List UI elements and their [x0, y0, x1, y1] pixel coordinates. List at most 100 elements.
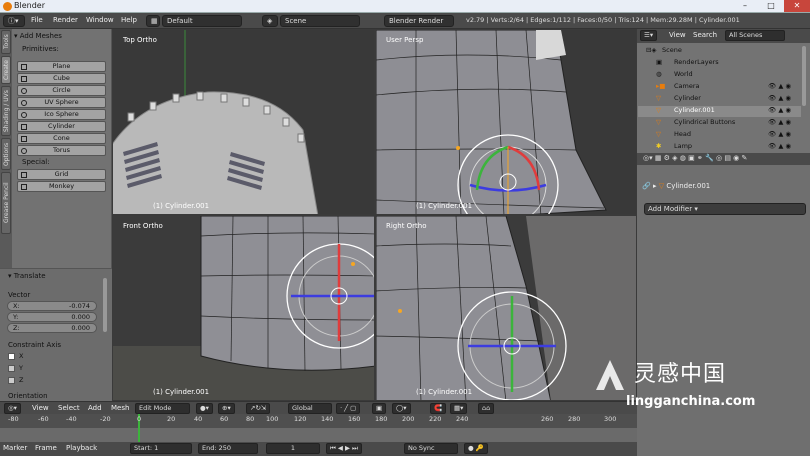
shading-icon[interactable]: ●▾ [196, 403, 213, 414]
outliner-row-renderlayers[interactable]: ▣ RenderLayers [638, 58, 801, 69]
viewport-user-persp[interactable]: User Persp (1) Cylinder.001 [375, 29, 637, 215]
scene-icon[interactable]: ◈ [262, 15, 278, 27]
properties-tabs[interactable]: ◎▾ ▦ ⚙ ◈ ◍ ▣ ⚭ 🔧 ◎ ▤ ◉ ✎ [637, 153, 810, 165]
tick-label: -20 [100, 415, 111, 423]
snap-icon[interactable]: 🧲 [430, 403, 447, 414]
outliner-row-cylinder-001[interactable]: ▽ Cylinder.001 👁 ▲ ◉ [638, 106, 801, 117]
orientation-select[interactable]: Global [288, 403, 332, 414]
keyframe-icons[interactable]: ● 🔑 [464, 443, 488, 454]
outliner-row-cylinder[interactable]: ▽ Cylinder 👁 ▲ ◉ [638, 94, 801, 105]
add-monkey-button[interactable]: Monkey [17, 181, 106, 192]
start-frame-field[interactable]: Start: 1 [130, 443, 192, 454]
add-grid-button[interactable]: Grid [17, 169, 106, 180]
constraint-z-checkbox[interactable]: Z [8, 376, 23, 384]
operator-scrollbar[interactable] [103, 278, 107, 332]
outliner-row-camera[interactable]: ▸■ Camera 👁 ▲ ◉ [638, 82, 801, 93]
scene-select[interactable]: Scene [280, 15, 360, 27]
add-ico-sphere-button[interactable]: Ico Sphere [17, 109, 106, 120]
outliner-scrollbar[interactable] [802, 46, 806, 106]
menu-view[interactable]: View [32, 404, 49, 412]
menu-mesh[interactable]: Mesh [111, 404, 129, 412]
tick-label: 260 [541, 415, 554, 423]
outliner-row-cylindrical-buttons[interactable]: ▽ Cylindrical Buttons 👁 ▲ ◉ [638, 118, 801, 129]
visibility-icons[interactable]: 👁 ▲ ◉ [768, 118, 791, 126]
outliner-type-icon[interactable]: ☰▾ [640, 30, 658, 41]
add-cone-button[interactable]: Cone [17, 133, 106, 144]
close-button[interactable]: ✕ [784, 0, 810, 12]
properties-context-icons[interactable]: ◎▾ ▦ ⚙ ◈ ◍ ▣ ⚭ 🔧 ◎ ▤ ◉ ✎ [643, 154, 747, 162]
add-circle-button[interactable]: Circle [17, 85, 106, 96]
constraint-y-checkbox[interactable]: Y [8, 364, 23, 372]
outliner-row-world[interactable]: ◍ World [638, 70, 801, 81]
end-frame-field[interactable]: End: 250 [198, 443, 258, 454]
manipulator-icon[interactable]: ↗↻⇲ [246, 403, 271, 414]
tick-label: 100 [266, 415, 279, 423]
proportional-icon[interactable]: ◯▾ [392, 403, 411, 414]
outliner-filter-select[interactable]: All Scenes [725, 30, 785, 41]
outliner-row-lamp[interactable]: ✱ Lamp 👁 ▲ ◉ [638, 142, 801, 153]
menu-playback[interactable]: Playback [66, 444, 97, 452]
layout-icon[interactable]: ▦ [146, 15, 160, 27]
monkey-icon [21, 184, 27, 190]
add-cylinder-button[interactable]: Cylinder [17, 121, 106, 132]
outliner-row-head[interactable]: ▽ Head 👁 ▲ ◉ [638, 130, 801, 141]
add-torus-button[interactable]: Torus [17, 145, 106, 156]
playback-controls[interactable]: ⏮ ◀ ▶ ⏭ [326, 443, 362, 454]
select-mode-icons[interactable]: ⋅ ╱ ▢ [336, 403, 361, 414]
editor-type-3d-icon[interactable]: ◎▾ [4, 403, 21, 414]
visibility-icons[interactable]: 👁 ▲ ◉ [768, 142, 791, 150]
pivot-icon[interactable]: ⊕▾ [218, 403, 235, 414]
add-modifier-button[interactable]: Add Modifier ▾ [644, 203, 806, 215]
tab-tools[interactable]: Tools [1, 30, 11, 54]
occlude-icon[interactable]: ▣ [372, 403, 387, 414]
snap-target-icon[interactable]: ▦▾ [450, 403, 468, 414]
mesh-icon: ▽ [656, 94, 661, 102]
add-cube-button[interactable]: Cube [17, 73, 106, 84]
add-uv-sphere-button[interactable]: UV Sphere [17, 97, 106, 108]
outliner-search-menu[interactable]: Search [693, 31, 717, 39]
mode-select[interactable]: Edit Mode [135, 403, 190, 414]
tick-label: 20 [167, 415, 176, 423]
viewport-front-ortho[interactable]: Front Ortho (1) Cylinder.001 [112, 215, 375, 401]
vector-x-field[interactable]: X: -0.074 [7, 301, 97, 311]
tick-label: 220 [429, 415, 442, 423]
menu-frame[interactable]: Frame [35, 444, 57, 452]
render-engine-select[interactable]: Blender Render [384, 15, 454, 27]
menu-file[interactable]: File [31, 16, 43, 24]
sync-select[interactable]: No Sync [404, 443, 458, 454]
visibility-icons[interactable]: 👁 ▲ ◉ [768, 106, 791, 114]
menu-window[interactable]: Window [86, 16, 114, 24]
tab-shading-uvs[interactable]: Shading / UVs [1, 86, 11, 136]
menu-render[interactable]: Render [53, 16, 78, 24]
watermark-cn: 灵感中国 [634, 362, 727, 387]
outliner-row-scene[interactable]: ⊟◈ Scene [638, 46, 801, 57]
render-icon[interactable]: ⌂⌂ [478, 403, 495, 414]
add-meshes-panel-title[interactable]: ▾ Add Meshes [14, 32, 62, 40]
tick-label: -40 [66, 415, 77, 423]
3d-view-header: ◎▾ View Select Add Mesh Edit Mode ●▾ ⊕▾ … [0, 401, 637, 414]
visibility-icons[interactable]: 👁 ▲ ◉ [768, 94, 791, 102]
visibility-icons[interactable]: 👁 ▲ ◉ [768, 130, 791, 138]
menu-marker[interactable]: Marker [3, 444, 27, 452]
tab-grease-pencil[interactable]: Grease Pencil [1, 172, 11, 234]
menu-help[interactable]: Help [121, 16, 137, 24]
editor-type-icon[interactable]: ⓘ▾ [3, 15, 25, 27]
minimize-button[interactable]: – [732, 0, 758, 12]
viewport-top-ortho[interactable]: Top Ortho (1) Cylinder.001 [112, 29, 375, 215]
outliner-view-menu[interactable]: View [669, 31, 686, 39]
vector-y-field[interactable]: Y: 0.000 [7, 312, 97, 322]
current-frame-field[interactable]: 1 [266, 443, 320, 454]
viewport-label: Top Ortho [123, 36, 157, 44]
tab-options[interactable]: Options [1, 138, 11, 170]
visibility-icons[interactable]: 👁 ▲ ◉ [768, 82, 791, 90]
vector-z-field[interactable]: Z: 0.000 [7, 323, 97, 333]
operator-title[interactable]: ▾ Translate [8, 272, 46, 280]
layout-select[interactable]: Default [162, 15, 242, 27]
maximize-button[interactable]: □ [758, 0, 784, 12]
menu-select[interactable]: Select [58, 404, 80, 412]
tab-create[interactable]: Create [1, 56, 11, 84]
constraint-x-checkbox[interactable]: X [8, 352, 23, 360]
add-plane-button[interactable]: Plane [17, 61, 106, 72]
menu-add[interactable]: Add [88, 404, 102, 412]
properties-breadcrumb: 🔗 ▸ ▽ Cylinder.001 [642, 182, 711, 190]
